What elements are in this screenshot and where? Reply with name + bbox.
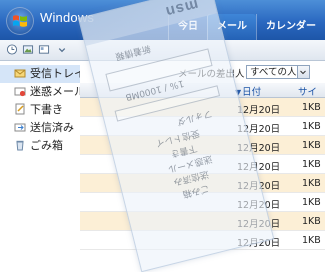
- chevron-down-icon: [300, 70, 306, 75]
- folder-inbox[interactable]: 受信トレイ: [0, 65, 80, 83]
- msn-logo: msn: [163, 0, 201, 21]
- overlay-header-text: 新着情報: [114, 42, 152, 61]
- date-column-header[interactable]: ▼日付: [235, 84, 261, 98]
- message-date: 12月20日: [237, 105, 281, 116]
- trash-icon: [16, 140, 24, 151]
- folder-drafts[interactable]: 下書き: [0, 101, 80, 119]
- drafts-icon: [15, 103, 25, 115]
- folder-label: 送信済み: [30, 121, 74, 134]
- windows-logo-icon[interactable]: [6, 7, 34, 35]
- folder-label: 下書き: [30, 103, 63, 116]
- clock-icon[interactable]: [6, 44, 18, 55]
- sent-icon: [14, 123, 26, 132]
- sender-filter-dropdown-button[interactable]: [298, 65, 310, 79]
- image-icon[interactable]: [22, 44, 34, 55]
- card-icon[interactable]: [38, 44, 50, 55]
- folder-label: 迷惑メール: [30, 85, 80, 98]
- junk-icon: [14, 87, 26, 97]
- folder-junk[interactable]: 迷惑メール: [0, 83, 80, 101]
- message-size: 1KB: [302, 140, 321, 151]
- folder-label: ごみ箱: [30, 139, 63, 152]
- chevron-down-icon[interactable]: [56, 44, 68, 55]
- message-size: 1KB: [302, 102, 321, 113]
- message-size: 1KB: [302, 235, 321, 246]
- tab-calendar[interactable]: カレンダー: [256, 14, 325, 40]
- folder-label: 受信トレイ: [30, 67, 80, 80]
- message-size: 1KB: [302, 216, 321, 227]
- message-size: 1KB: [302, 159, 321, 170]
- folder-sent[interactable]: 送信済み: [0, 119, 80, 137]
- message-size: 1KB: [302, 178, 321, 189]
- message-size: 1KB: [302, 121, 321, 132]
- inbox-icon: [14, 69, 26, 78]
- date-column-label: 日付: [242, 87, 262, 98]
- folder-trash[interactable]: ごみ箱: [0, 137, 80, 155]
- folder-pane: 受信トレイ 迷惑メール 下書き 送信済み ごみ箱: [0, 61, 80, 240]
- message-size: 1KB: [302, 197, 321, 208]
- overlay-folder-title: フォルダ: [175, 107, 214, 126]
- sender-filter-select[interactable]: すべての人: [246, 65, 298, 79]
